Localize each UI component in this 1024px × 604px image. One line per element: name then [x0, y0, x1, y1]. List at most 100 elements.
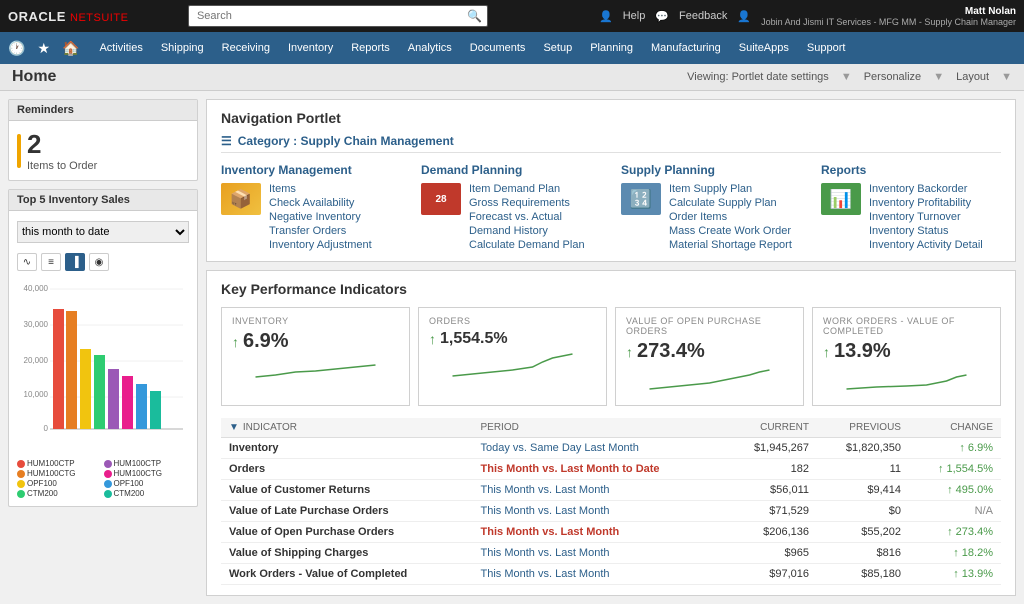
link-inventory-activity-detail[interactable]: Inventory Activity Detail: [869, 239, 983, 251]
td-change: N/A: [909, 501, 1001, 522]
category-body-supply: 🔢 Item Supply Plan Calculate Supply Plan…: [621, 183, 801, 251]
legend-item: HUM100CTP: [104, 459, 190, 468]
td-change: ↑ 13.9%: [909, 564, 1001, 585]
kpi-up-inventory: ↑: [232, 334, 239, 350]
kpi-section: Key Performance Indicators INVENTORY ↑6.…: [206, 270, 1016, 596]
personalize-link[interactable]: Personalize: [864, 71, 921, 83]
td-period[interactable]: This Month vs. Last Month: [473, 543, 726, 564]
category-title-reports[interactable]: Reports: [821, 163, 1001, 177]
feedback-link[interactable]: Feedback: [679, 10, 727, 22]
category-body-inventory: 📦 Items Check Availability Negative Inve…: [221, 183, 401, 251]
star-icon[interactable]: ★: [33, 38, 54, 59]
td-name: Inventory: [221, 438, 473, 459]
search-icon: 🔍: [467, 9, 482, 23]
td-period[interactable]: This Month vs. Last Month to Date: [473, 459, 726, 480]
page-header: Home Viewing: Portlet date settings ▼ Pe…: [0, 64, 1024, 91]
nav-suiteapps[interactable]: SuiteApps: [731, 38, 797, 58]
legend-item: HUM100CTG: [104, 469, 190, 478]
link-items[interactable]: Items: [269, 183, 372, 195]
top5-select[interactable]: this month to date: [17, 221, 189, 243]
td-period[interactable]: This Month vs. Last Month: [473, 480, 726, 501]
nav-reports[interactable]: Reports: [343, 38, 398, 58]
kpi-sparkline-work-orders: [823, 367, 990, 397]
person-icon: 👤: [737, 10, 751, 23]
link-gross-requirements[interactable]: Gross Requirements: [469, 197, 585, 209]
link-transfer-orders[interactable]: Transfer Orders: [269, 225, 372, 237]
top5-header: Top 5 Inventory Sales: [9, 190, 197, 211]
td-change: ↑ 6.9%: [909, 438, 1001, 459]
nav-documents[interactable]: Documents: [462, 38, 534, 58]
nav-setup[interactable]: Setup: [535, 38, 580, 58]
link-calculate-supply-plan[interactable]: Calculate Supply Plan: [669, 197, 792, 209]
user-subtitle: Jobin And Jismi IT Services - MFG MM - S…: [761, 17, 1016, 27]
chart-ctrl-pie[interactable]: ◉: [89, 253, 109, 271]
td-current: $71,529: [725, 501, 817, 522]
topbar-right: 👤 Help 💬 Feedback 👤 Matt Nolan Jobin And…: [599, 6, 1016, 27]
link-calculate-demand-plan[interactable]: Calculate Demand Plan: [469, 239, 585, 251]
svg-text:0: 0: [44, 424, 49, 433]
viewing-portlet[interactable]: Viewing: Portlet date settings: [687, 71, 829, 83]
td-period[interactable]: This Month vs. Last Month: [473, 522, 726, 543]
link-mass-create-work-order[interactable]: Mass Create Work Order: [669, 225, 792, 237]
nav-manufacturing[interactable]: Manufacturing: [643, 38, 729, 58]
nav-inventory[interactable]: Inventory: [280, 38, 341, 58]
help-link[interactable]: Help: [623, 10, 646, 22]
nav-receiving[interactable]: Receiving: [214, 38, 278, 58]
link-order-items[interactable]: Order Items: [669, 211, 792, 223]
link-forecast-vs-actual[interactable]: Forecast vs. Actual: [469, 211, 585, 223]
td-previous: $0: [817, 501, 909, 522]
category-title-inventory[interactable]: Inventory Management: [221, 163, 401, 177]
th-previous: PREVIOUS: [817, 418, 909, 438]
layout-link[interactable]: Layout: [956, 71, 989, 83]
logo-oracle: ORACLE: [8, 9, 66, 24]
link-check-availability[interactable]: Check Availability: [269, 197, 372, 209]
link-demand-history[interactable]: Demand History: [469, 225, 585, 237]
kpi-card-inventory: INVENTORY ↑6.9%: [221, 307, 410, 406]
svg-text:30,000: 30,000: [24, 320, 49, 329]
link-material-shortage-report[interactable]: Material Shortage Report: [669, 239, 792, 251]
link-inventory-backorder[interactable]: Inventory Backorder: [869, 183, 983, 195]
svg-text:10,000: 10,000: [24, 390, 49, 399]
link-inventory-adjustment[interactable]: Inventory Adjustment: [269, 239, 372, 251]
kpi-up-orders: ↑: [429, 331, 436, 347]
legend-item: OPF100: [104, 479, 190, 488]
link-negative-inventory[interactable]: Negative Inventory: [269, 211, 372, 223]
supply-links: Item Supply Plan Calculate Supply Plan O…: [669, 183, 792, 251]
reminders-count: 2 Items to Order: [27, 129, 97, 172]
link-inventory-profitability[interactable]: Inventory Profitability: [869, 197, 983, 209]
category-title-supply[interactable]: Supply Planning: [621, 163, 801, 177]
kpi-value-orders: ↑1,554.5%: [429, 330, 596, 348]
nav-analytics[interactable]: Analytics: [400, 38, 460, 58]
td-period[interactable]: This Month vs. Last Month: [473, 501, 726, 522]
link-inventory-status[interactable]: Inventory Status: [869, 225, 983, 237]
category-title-demand[interactable]: Demand Planning: [421, 163, 601, 177]
nav-support[interactable]: Support: [799, 38, 854, 58]
th-indicator: ▼INDICATOR: [221, 418, 473, 438]
link-inventory-turnover[interactable]: Inventory Turnover: [869, 211, 983, 223]
nav-activities[interactable]: Activities: [91, 38, 150, 58]
td-name: Value of Shipping Charges: [221, 543, 473, 564]
clock-icon[interactable]: 🕐: [4, 38, 29, 59]
inventory-links: Items Check Availability Negative Invent…: [269, 183, 372, 251]
td-period[interactable]: Today vs. Same Day Last Month: [473, 438, 726, 459]
category-header: ☰ Category : Supply Chain Management: [221, 134, 1001, 153]
td-name: Orders: [221, 459, 473, 480]
category-label: Category : Supply Chain Management: [238, 134, 454, 148]
link-item-supply-plan[interactable]: Item Supply Plan: [669, 183, 792, 195]
chart-ctrl-bar[interactable]: ▐: [65, 253, 85, 271]
nav-shipping[interactable]: Shipping: [153, 38, 212, 58]
search-input[interactable]: [188, 5, 488, 27]
legend-item: HUM100CTG: [17, 469, 103, 478]
legend-item: CTM200: [17, 489, 103, 498]
td-period[interactable]: This Month vs. Last Month: [473, 564, 726, 585]
reminders-count-row: 2 Items to Order: [17, 129, 189, 172]
kpi-value-open-po: ↑273.4%: [626, 340, 793, 363]
home-icon[interactable]: 🏠: [58, 38, 83, 59]
link-item-demand-plan[interactable]: Item Demand Plan: [469, 183, 585, 195]
category-icon: ☰: [221, 134, 232, 148]
nav-planning[interactable]: Planning: [582, 38, 641, 58]
kpi-card-open-po: VALUE OF OPEN PURCHASE ORDERS ↑273.4%: [615, 307, 804, 406]
reminder-text: Items to Order: [27, 160, 97, 172]
chart-ctrl-line[interactable]: ∿: [17, 253, 37, 271]
chart-ctrl-grouped[interactable]: ≡: [41, 253, 61, 271]
